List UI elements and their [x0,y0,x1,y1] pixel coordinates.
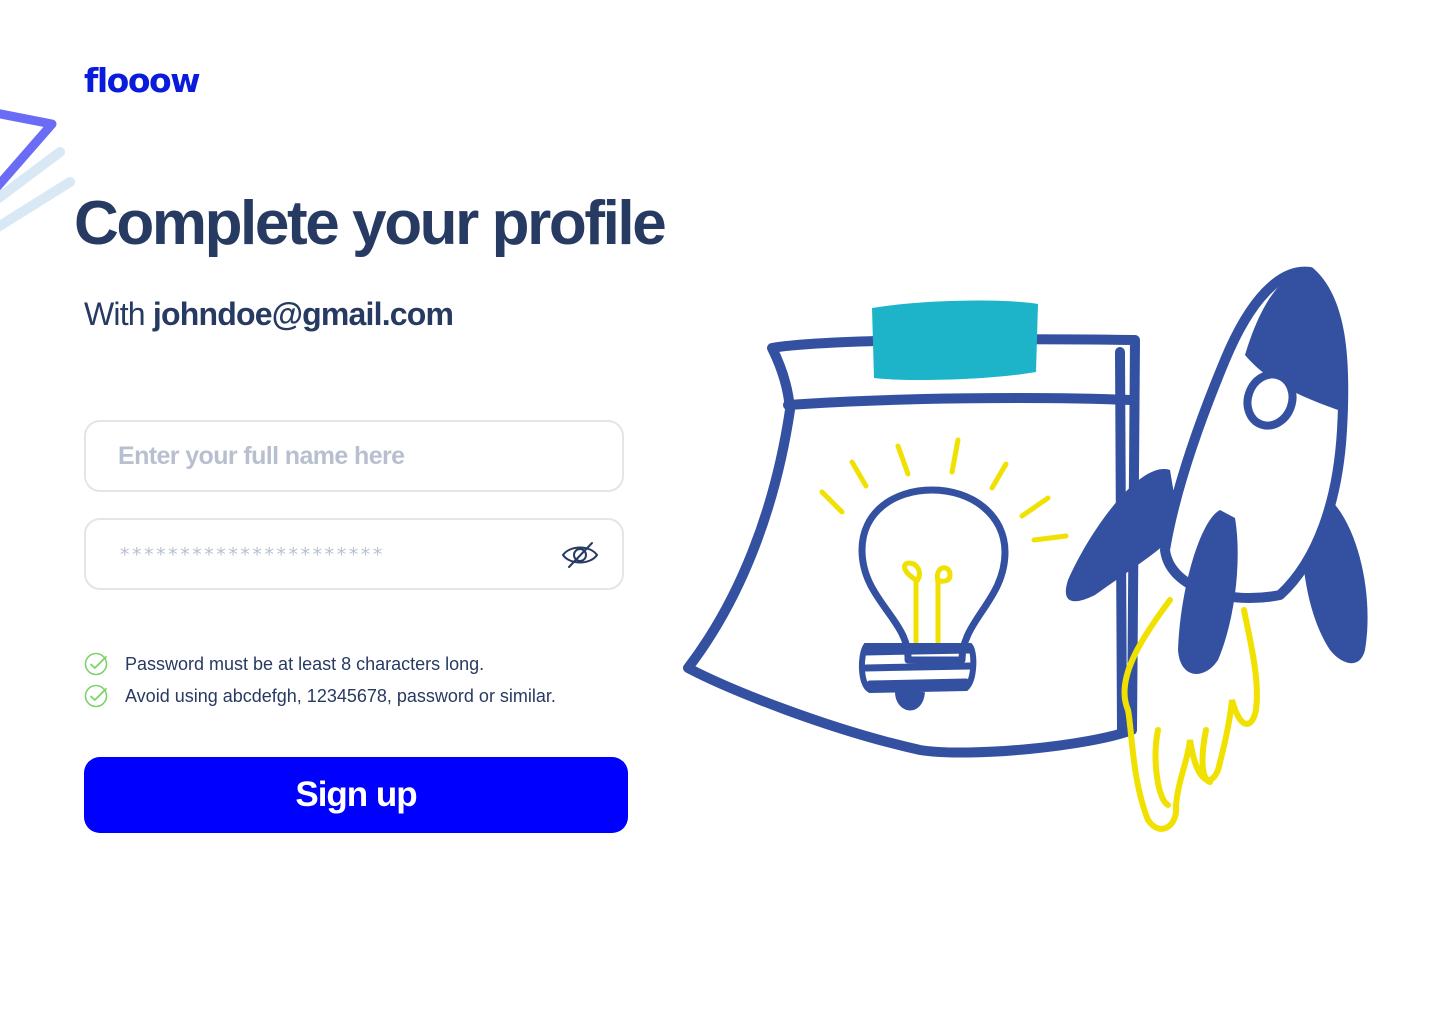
password-field[interactable]: ********************** [84,518,624,590]
password-rule-text: Password must be at least 8 characters l… [125,653,485,674]
signup-button[interactable]: Sign up [84,757,628,833]
account-email-line: With johndoe@gmail.com [84,296,454,333]
page-title: Complete your profile [74,189,667,258]
full-name-field[interactable] [84,420,624,492]
check-circle-icon [84,684,108,708]
account-email: johndoe@gmail.com [152,296,454,332]
eye-off-icon[interactable] [560,538,600,572]
password-rule-length: Password must be at least 8 characters l… [84,648,556,680]
password-input[interactable]: ********************** [119,544,384,566]
full-name-input[interactable] [86,422,538,490]
password-rule-text: Avoid using abcdefgh, 12345678, password… [125,685,556,706]
signup-page: flooow Complete your profile With johndo… [0,0,1440,1024]
brand-logo[interactable]: flooow [84,64,201,97]
rocket-lightbulb-illustration [683,266,1368,832]
password-requirements: Password must be at least 8 characters l… [84,648,556,712]
subtitle-prefix: With [84,296,146,332]
password-rule-common: Avoid using abcdefgh, 12345678, password… [84,680,556,712]
check-circle-icon [84,652,108,676]
